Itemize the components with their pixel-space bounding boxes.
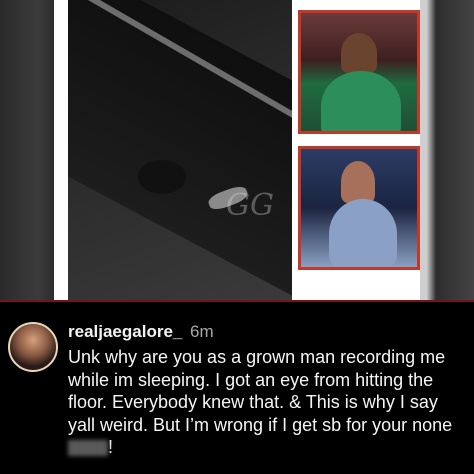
censor-blur	[68, 440, 108, 457]
floor-shadow	[138, 160, 186, 194]
outfit	[329, 199, 397, 267]
head	[341, 33, 377, 73]
dark-wall	[68, 0, 292, 300]
watermark: GG	[226, 188, 274, 223]
comment-time: 6m	[190, 322, 214, 341]
video-still: GG	[68, 0, 292, 300]
photo-man	[298, 10, 420, 134]
comment-username[interactable]: realjaegalore_	[68, 322, 182, 342]
comment-text-main: Unk why are you as a grown man recording…	[68, 347, 453, 435]
jacket	[321, 71, 401, 131]
head	[341, 161, 375, 203]
avatar[interactable]	[8, 322, 58, 372]
comment-text: Unk why are you as a grown man recording…	[68, 346, 466, 459]
comment-text-end: !	[108, 437, 114, 457]
photo-woman	[298, 146, 420, 270]
